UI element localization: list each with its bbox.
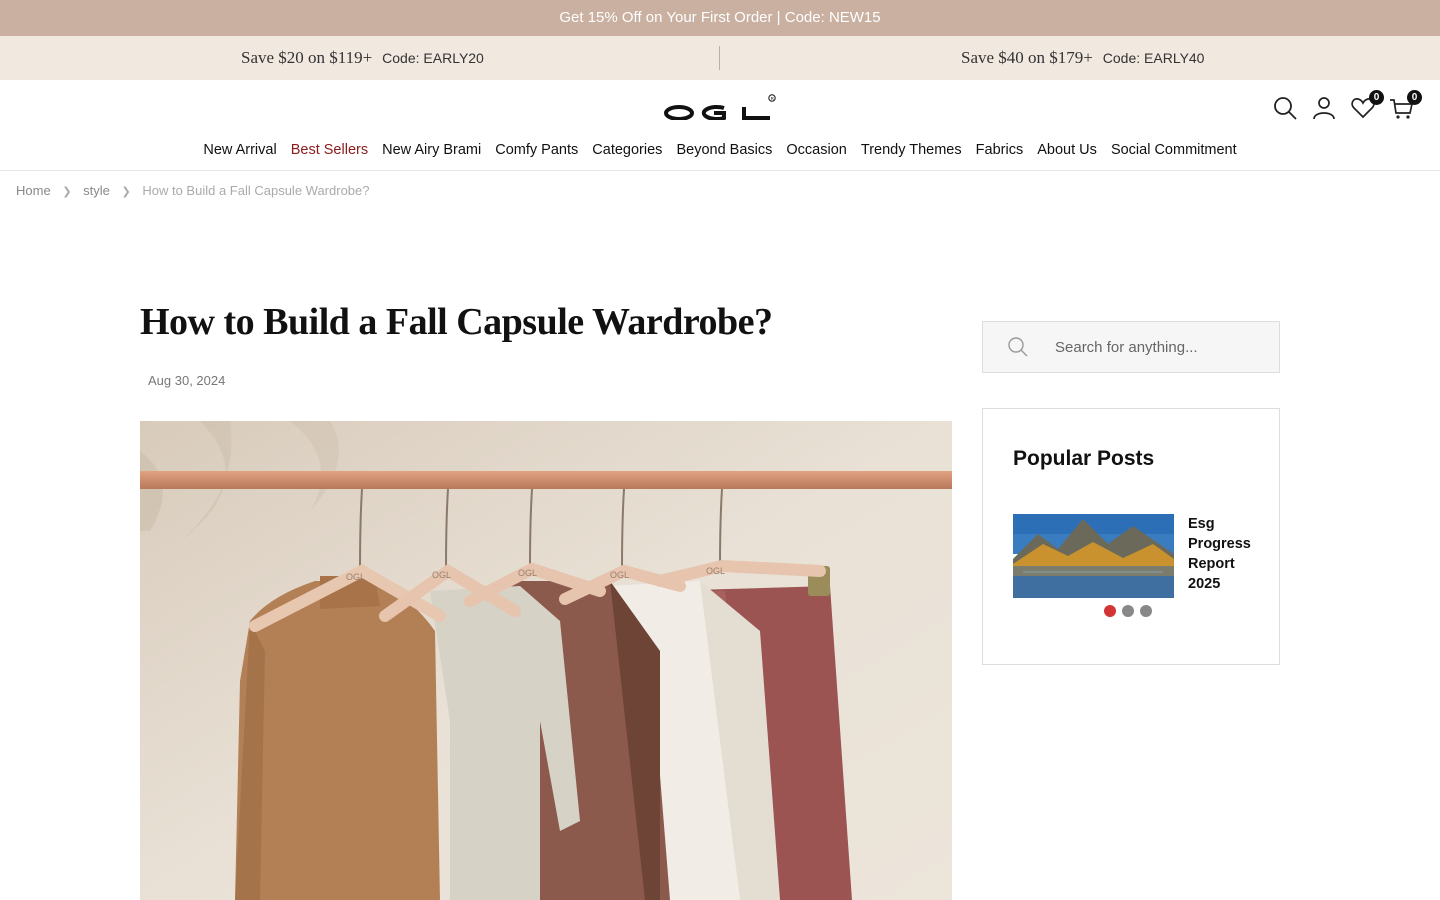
brand-logo[interactable]: R bbox=[662, 94, 778, 121]
hanger-label: OGL bbox=[346, 572, 365, 582]
cart-count-badge: 0 bbox=[1407, 90, 1422, 105]
nav-item-new-airy-brami[interactable]: New Airy Brami bbox=[382, 142, 481, 158]
nav-item-categories[interactable]: Categories bbox=[592, 142, 662, 158]
nav-item-new-arrival[interactable]: New Arrival bbox=[203, 142, 276, 158]
nav-item-about-us[interactable]: About Us bbox=[1037, 142, 1097, 158]
nav-item-fabrics[interactable]: Fabrics bbox=[976, 142, 1024, 158]
post-title: How to Build a Fall Capsule Wardrobe? bbox=[140, 301, 773, 343]
nav-item-best-sellers[interactable]: Best Sellers bbox=[291, 142, 368, 158]
site-header: R 0 0 New Arrival Best Sellers New Airy … bbox=[0, 80, 1440, 171]
cart-icon[interactable]: 0 bbox=[1388, 90, 1422, 121]
promo-offer: Save $20 on $119+ bbox=[241, 48, 373, 67]
promo-code: Code: EARLY20 bbox=[382, 50, 484, 66]
popular-posts-widget: Popular Posts Esg Progress Report 2025 bbox=[982, 408, 1280, 665]
hero-image-clothing-rack: OGL OGL OGL OGL OGL bbox=[140, 421, 952, 900]
promo-divider bbox=[719, 46, 720, 70]
account-icon[interactable] bbox=[1311, 95, 1337, 121]
nav-item-beyond-basics[interactable]: Beyond Basics bbox=[676, 142, 772, 158]
promo-item-early40: Save $40 on $179+ Code: EARLY40 bbox=[961, 36, 1204, 80]
search-icon[interactable] bbox=[1272, 95, 1298, 121]
nav-item-trendy-themes[interactable]: Trendy Themes bbox=[861, 142, 962, 158]
blog-search-input[interactable] bbox=[1055, 322, 1265, 372]
chevron-right-icon: ❯ bbox=[62, 186, 72, 198]
nav-item-comfy-pants[interactable]: Comfy Pants bbox=[495, 142, 578, 158]
breadcrumb-home[interactable]: Home bbox=[16, 183, 51, 198]
hanger-label: OGL bbox=[432, 570, 451, 580]
nav-item-social-commitment[interactable]: Social Commitment bbox=[1111, 142, 1237, 158]
carousel-dots bbox=[1104, 604, 1158, 622]
search-icon[interactable] bbox=[1007, 336, 1029, 358]
announcement-bar: Get 15% Off on Your First Order | Code: … bbox=[0, 0, 1440, 36]
promo-offer: Save $40 on $179+ bbox=[961, 48, 1093, 67]
chevron-right-icon: ❯ bbox=[121, 186, 131, 198]
popular-posts-title: Popular Posts bbox=[1013, 447, 1155, 470]
popular-post-title[interactable]: Esg Progress Report 2025 bbox=[1188, 514, 1268, 594]
blog-search-box bbox=[982, 321, 1280, 373]
nav-item-occasion[interactable]: Occasion bbox=[786, 142, 846, 158]
promo-item-early20: Save $20 on $119+ Code: EARLY20 bbox=[241, 36, 484, 80]
breadcrumb-current: How to Build a Fall Capsule Wardrobe? bbox=[142, 183, 370, 198]
promo-bar: Save $20 on $119+ Code: EARLY20 Save $40… bbox=[0, 36, 1440, 80]
promo-code: Code: EARLY40 bbox=[1102, 50, 1205, 66]
carousel-dot-3[interactable] bbox=[1140, 605, 1152, 617]
wishlist-count-badge: 0 bbox=[1369, 90, 1384, 105]
post-date: Aug 30, 2024 bbox=[148, 373, 226, 388]
popular-post-thumbnail[interactable] bbox=[1013, 514, 1174, 598]
breadcrumb: Home ❯ style ❯ How to Build a Fall Capsu… bbox=[16, 183, 370, 198]
hanger-label: OGL bbox=[706, 566, 725, 576]
wishlist-icon[interactable]: 0 bbox=[1350, 90, 1384, 121]
carousel-dot-1[interactable] bbox=[1104, 605, 1116, 617]
announcement-text: Get 15% Off on Your First Order | Code: … bbox=[559, 9, 881, 26]
hanger-label: OGL bbox=[518, 568, 537, 578]
hanger-label: OGL bbox=[610, 570, 629, 580]
main-nav: New Arrival Best Sellers New Airy Brami … bbox=[0, 142, 1440, 158]
breadcrumb-category[interactable]: style bbox=[83, 183, 110, 198]
carousel-dot-2[interactable] bbox=[1122, 605, 1134, 617]
